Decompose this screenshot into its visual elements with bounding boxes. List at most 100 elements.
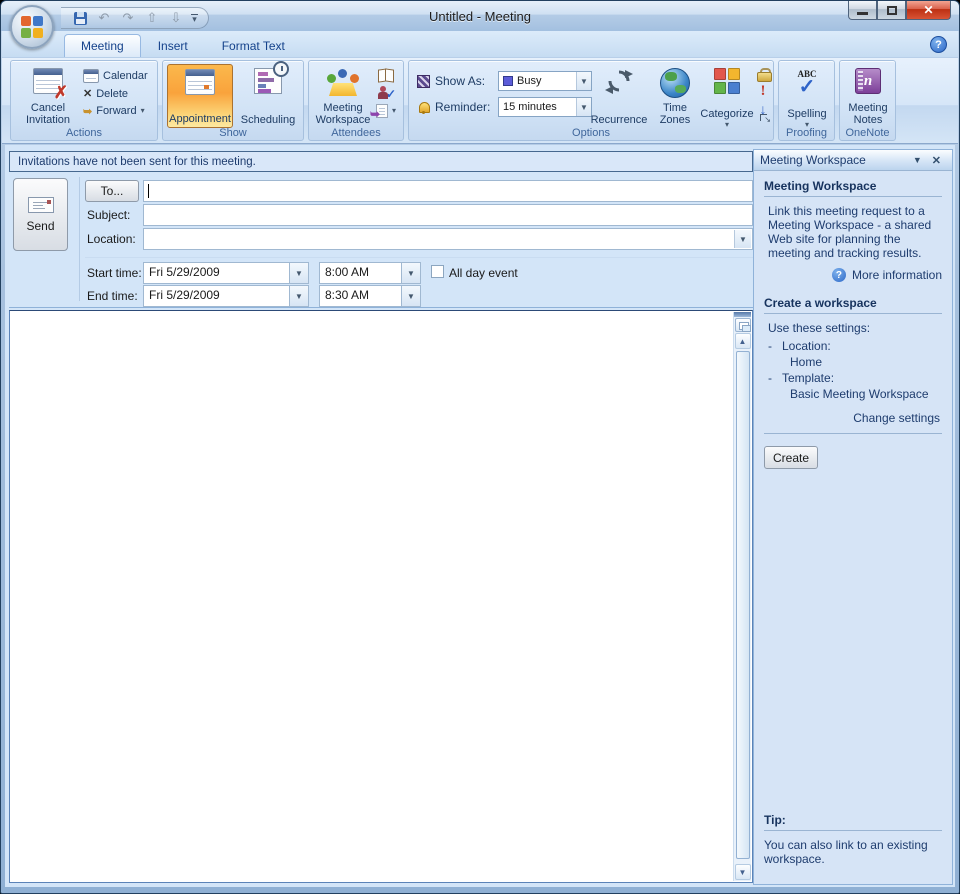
tab-meeting[interactable]: Meeting (64, 34, 141, 58)
end-time-dropdown-icon[interactable]: ▼ (401, 286, 420, 306)
view-ruler-button[interactable] (735, 318, 751, 332)
location-combobox[interactable]: ▼ (143, 228, 753, 250)
send-envelope-icon (28, 197, 54, 213)
cancel-invitation-button[interactable]: ✗ Cancel Invitation (17, 64, 79, 128)
delete-button[interactable]: ✕ Delete (83, 85, 157, 103)
next-item-button[interactable]: ⇩ (167, 9, 185, 27)
options-dialog-launcher-icon[interactable] (759, 113, 771, 125)
customize-qat-button[interactable]: ▾ (191, 14, 198, 22)
send-button[interactable]: Send (13, 178, 68, 251)
cancel-invitation-icon: ✗ (33, 68, 63, 94)
split-handle[interactable] (734, 312, 751, 317)
pane-body: Meeting Workspace Link this meeting requ… (754, 171, 952, 884)
onenote-icon: n (855, 68, 881, 94)
customize-qat-icon (191, 14, 198, 15)
text-caret (148, 184, 149, 198)
delete-icon: ✕ (83, 87, 92, 100)
scroll-down-icon[interactable]: ▼ (735, 864, 751, 880)
office-logo-icon (21, 16, 43, 38)
show-as-label: Show As: (435, 74, 493, 88)
scroll-up-icon[interactable]: ▲ (735, 333, 751, 349)
reminder-select[interactable]: 15 minutes ▼ (498, 97, 592, 117)
more-information-link[interactable]: More information (852, 268, 942, 282)
time-section-divider (85, 257, 753, 258)
body-divider (9, 307, 753, 308)
location-dropdown-icon[interactable]: ▼ (734, 230, 751, 248)
pane-intro-text: Link this meeting request to a Meeting W… (768, 204, 942, 260)
tab-insert[interactable]: Insert (141, 34, 205, 58)
minimize-button[interactable] (848, 1, 877, 20)
pane-menu-button[interactable]: ▼ (908, 155, 927, 165)
address-book-button[interactable] (378, 66, 394, 84)
high-importance-button[interactable]: ! (761, 83, 766, 100)
meeting-window: Untitled - Meeting ✕ ↶ ↷ ⇧ ⇩ ▾ Meeting I… (0, 0, 960, 894)
create-workspace-title: Create a workspace (764, 296, 942, 314)
message-body[interactable]: ▲ ▼ (9, 310, 753, 883)
private-button[interactable] (757, 66, 770, 83)
workspace-template-label: Template: (782, 371, 834, 385)
time-zones-icon (660, 68, 690, 98)
close-icon: ✕ (923, 3, 933, 17)
forward-button[interactable]: ➥ Forward ▾ (83, 102, 157, 120)
start-date-dropdown-icon[interactable]: ▼ (289, 263, 308, 283)
meeting-workspace-pane: Meeting Workspace ▼ ✕ Meeting Workspace … (753, 149, 953, 885)
end-date-dropdown-icon[interactable]: ▼ (289, 286, 308, 306)
to-input[interactable] (143, 180, 753, 202)
forward-icon: ➥ (83, 105, 92, 118)
minimize-icon (857, 12, 868, 15)
change-settings-link[interactable]: Change settings (764, 411, 940, 425)
actions-group-label[interactable]: Actions (11, 127, 157, 139)
spelling-button[interactable]: ABC✓ Spelling ▾ (776, 64, 838, 128)
undo-button[interactable]: ↶ (95, 9, 113, 27)
attendees-group-label[interactable]: Attendees (309, 127, 403, 139)
help-button[interactable]: ? (930, 36, 947, 53)
scheduling-button[interactable]: Scheduling (235, 64, 301, 128)
redo-button[interactable]: ↷ (119, 9, 137, 27)
save-button[interactable] (71, 9, 89, 27)
redo-icon: ↷ (123, 10, 134, 26)
calendar-button[interactable]: Calendar (83, 67, 157, 85)
pane-close-button[interactable]: ✕ (927, 154, 946, 167)
responses-icon: ➥ (376, 104, 388, 118)
check-names-button[interactable]: ✓ (378, 84, 394, 102)
meeting-notes-button[interactable]: n Meeting Notes (837, 64, 899, 128)
workspace-template-value: Basic Meeting Workspace (790, 387, 942, 401)
responses-button[interactable]: ➥▾ (376, 102, 396, 120)
body-scrollbar[interactable]: ▲ ▼ (733, 312, 751, 881)
recurrence-button[interactable]: Recurrence (587, 64, 651, 128)
appointment-button[interactable]: Appointment (167, 64, 233, 128)
onenote-group-label[interactable]: OneNote (840, 127, 895, 139)
start-time-picker[interactable]: 8:00 AM ▼ (319, 262, 421, 284)
ribbon-group-actions: ✗ Cancel Invitation Calendar ✕ Delete ➥ … (10, 60, 158, 141)
office-button[interactable] (10, 5, 54, 49)
proofing-group-label[interactable]: Proofing (779, 127, 834, 139)
to-button[interactable]: To... (85, 180, 139, 202)
close-button[interactable]: ✕ (906, 1, 951, 20)
options-group-label[interactable]: Options (409, 127, 773, 139)
previous-item-button[interactable]: ⇧ (143, 9, 161, 27)
busy-color-icon (503, 76, 513, 86)
start-time-dropdown-icon[interactable]: ▼ (401, 263, 420, 283)
categorize-button[interactable]: Categorize ▾ (699, 64, 755, 128)
end-date-picker[interactable]: Fri 5/29/2009 ▼ (143, 285, 309, 307)
show-as-select[interactable]: Busy ▼ (498, 71, 592, 91)
window-controls: ✕ (848, 1, 951, 20)
create-workspace-button[interactable]: Create (764, 446, 818, 469)
ribbon-tab-strip: Meeting Insert Format Text (2, 31, 958, 57)
subject-input[interactable] (143, 204, 753, 226)
help-icon: ? (935, 39, 942, 51)
workspace-location-value: Home (790, 355, 942, 369)
meeting-workspace-button[interactable]: Meeting Workspace (311, 64, 375, 128)
ribbon-group-onenote: n Meeting Notes OneNote (839, 60, 896, 141)
scroll-thumb[interactable] (736, 351, 750, 859)
show-group-label[interactable]: Show (163, 127, 303, 139)
tip-section: Tip: You can also link to an existing wo… (764, 813, 942, 874)
spelling-icon: ABC✓ (797, 68, 816, 94)
all-day-event-checkbox[interactable] (431, 265, 444, 278)
time-zones-button[interactable]: Time Zones (653, 64, 697, 128)
tab-format-text[interactable]: Format Text (205, 34, 302, 58)
start-date-picker[interactable]: Fri 5/29/2009 ▼ (143, 262, 309, 284)
maximize-button[interactable] (877, 1, 906, 20)
all-day-event-label: All day event (449, 266, 518, 280)
end-time-picker[interactable]: 8:30 AM ▼ (319, 285, 421, 307)
